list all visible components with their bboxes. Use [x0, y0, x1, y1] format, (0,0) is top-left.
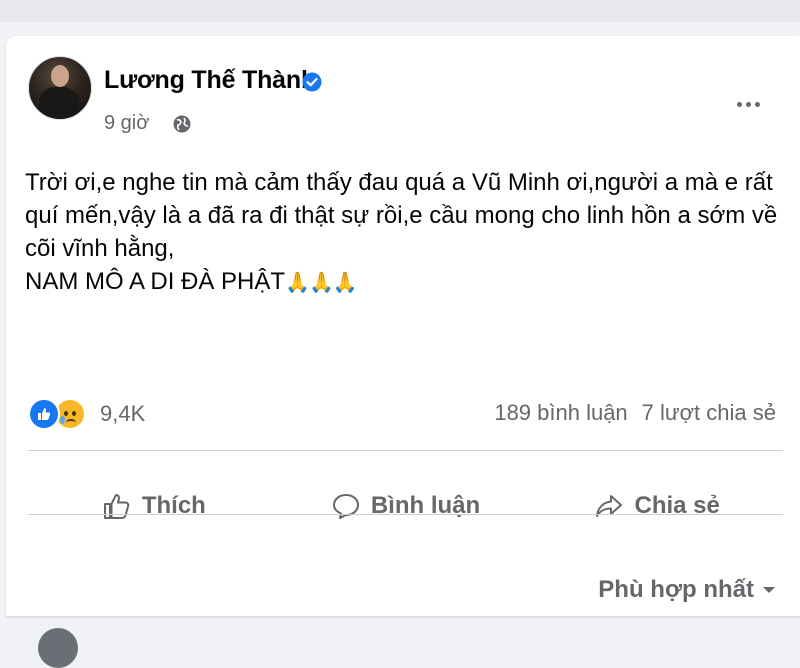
reaction-summary[interactable]: 9,4K: [28, 398, 145, 430]
like-button-label: Thích: [141, 492, 206, 519]
post-text-line: quí mến,vậy là a đã ra đi thật sự rồi,e …: [25, 202, 778, 229]
comment-button[interactable]: Bình luận: [280, 470, 532, 542]
divider: [28, 514, 783, 515]
post-card: Lương Thế Thành 9 giờ Trời ơi,e nghe tin…: [6, 36, 800, 668]
verified-badge-icon: [302, 72, 322, 92]
post-timestamp[interactable]: 9 giờ: [104, 112, 149, 135]
post-text-line: cõi vĩnh hằng,: [25, 235, 175, 262]
thumbs-up-icon: [103, 494, 130, 519]
engagement-stats: 189 bình luận 7 lượt chia sẻ: [494, 400, 776, 426]
author-avatar[interactable]: [28, 56, 92, 120]
share-button[interactable]: Chia sẻ: [531, 470, 783, 542]
more-options-icon[interactable]: [728, 92, 768, 116]
like-button[interactable]: Thích: [28, 470, 280, 542]
post-text-line: NAM MÔ A DI ĐÀ PHẬT: [25, 268, 286, 295]
like-reaction-icon: [28, 398, 60, 430]
top-bar: [0, 0, 800, 22]
divider: [28, 450, 783, 451]
share-count[interactable]: 7 lượt chia sẻ: [642, 400, 776, 426]
comment-input[interactable]: [102, 626, 788, 666]
comment-bubble-icon: [332, 494, 359, 519]
comment-count[interactable]: 189 bình luận: [494, 400, 627, 426]
globe-icon[interactable]: [172, 114, 192, 134]
praying-hands-emoji: 🙏🙏🙏: [285, 272, 358, 294]
reaction-count[interactable]: 9,4K: [100, 401, 145, 427]
author-name[interactable]: Lương Thế Thành: [104, 66, 316, 95]
comment-button-label: Bình luận: [370, 492, 481, 519]
caret-down-icon: [763, 587, 775, 593]
share-arrow-icon: [596, 495, 623, 517]
post-text-line: Trời ơi,e nghe tin mà cảm thấy đau quá a…: [25, 169, 773, 196]
post-body: Trời ơi,e nghe tin mà cảm thấy đau quá a…: [25, 166, 790, 300]
action-bar: Thích Bình luận Chia sẻ: [28, 470, 783, 542]
share-button-label: Chia sẻ: [634, 492, 720, 519]
post-text-line-last: NAM MÔ A DI ĐÀ PHẬT🙏🙏🙏: [25, 265, 790, 300]
commenter-avatar: [38, 628, 78, 668]
